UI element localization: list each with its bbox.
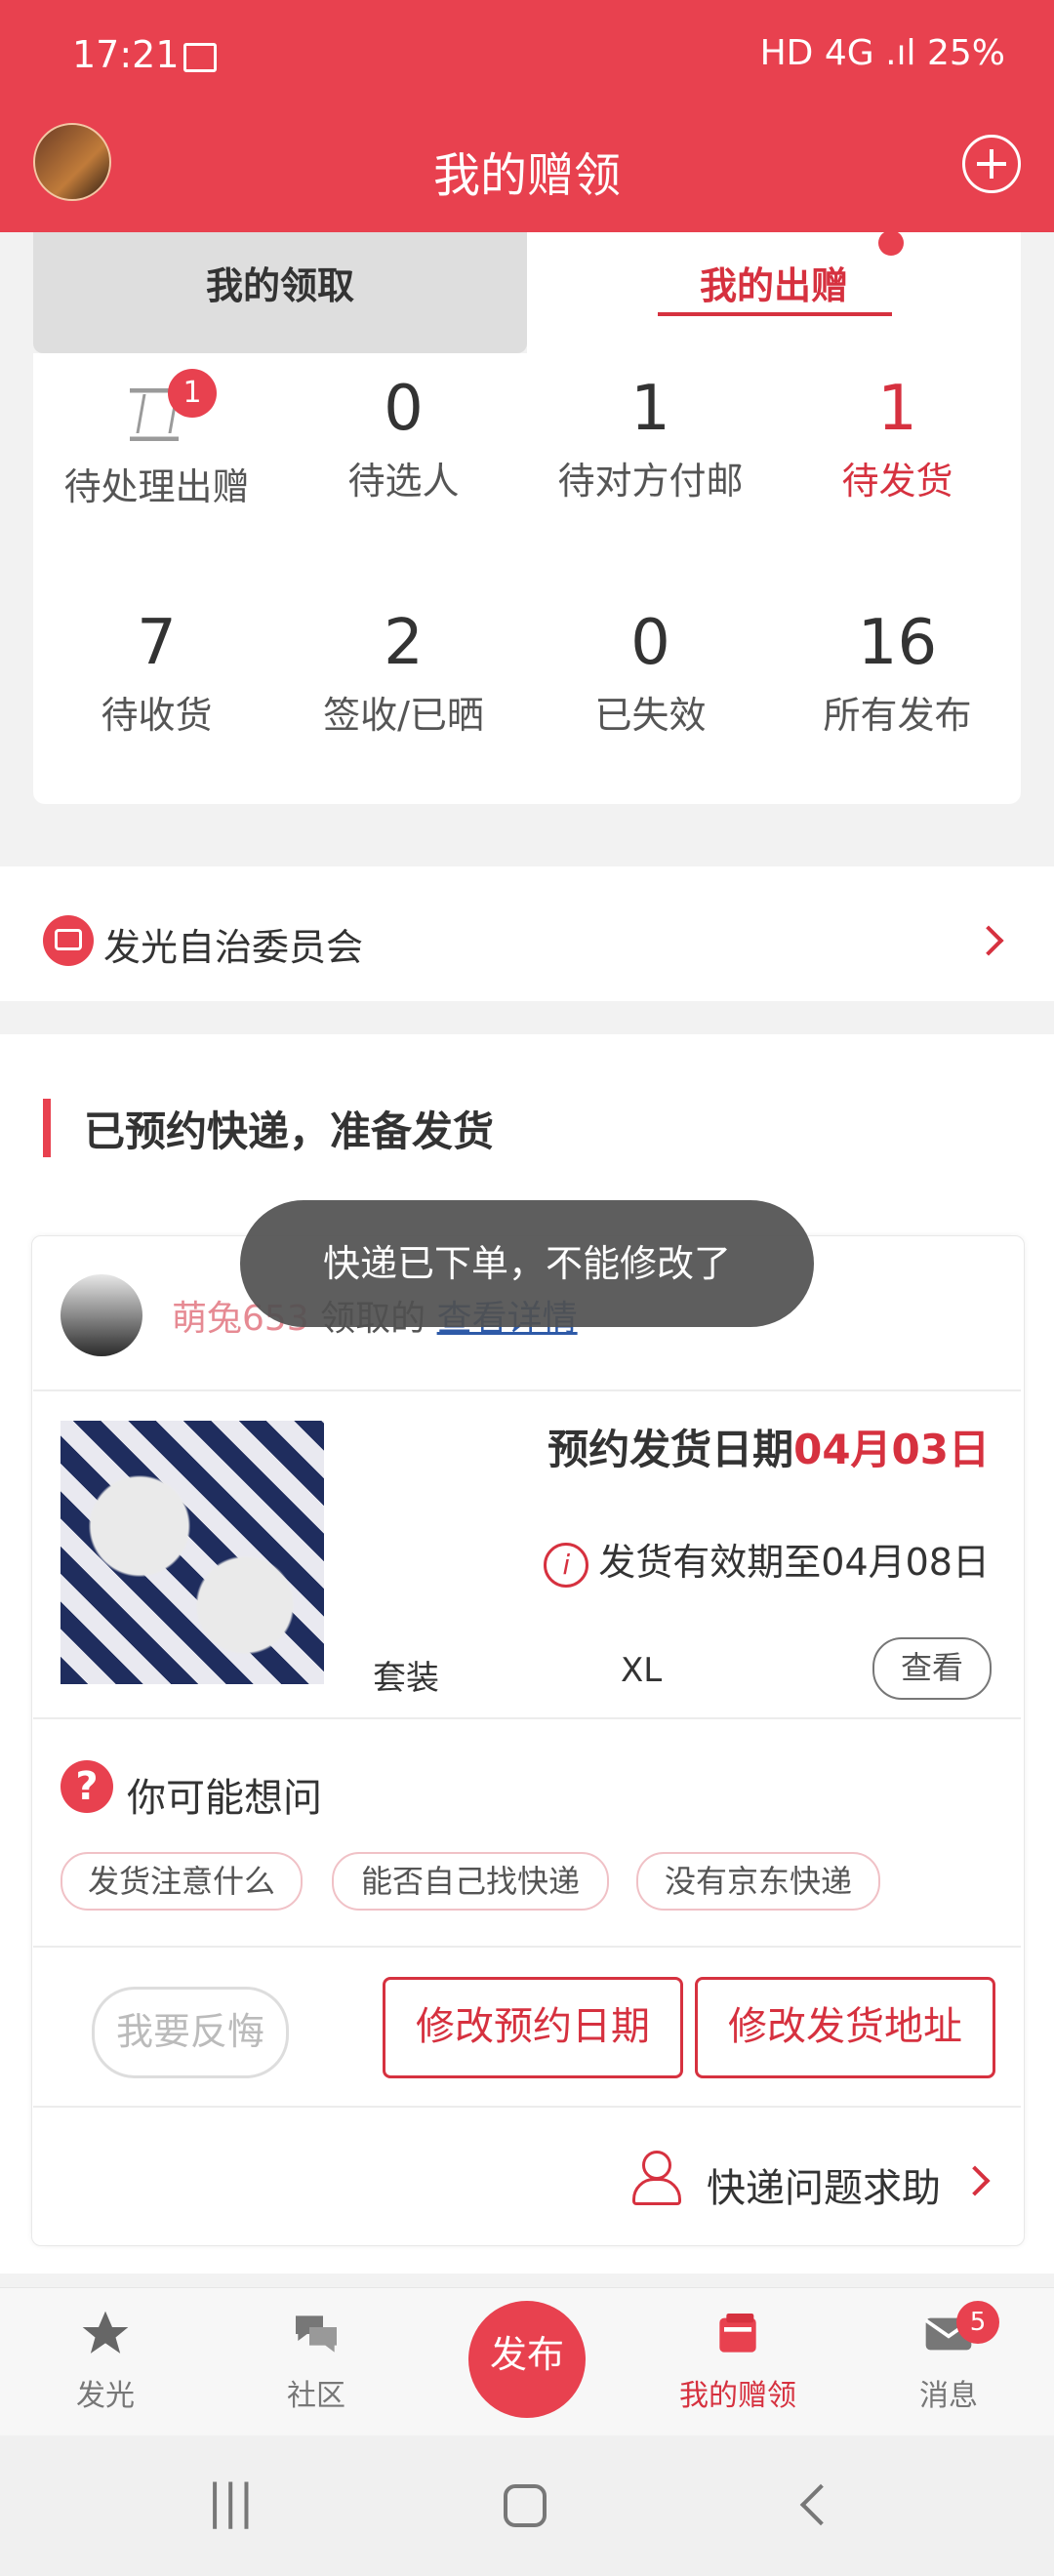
publish-button[interactable]: 发布 — [468, 2301, 586, 2418]
image-notification-icon — [183, 43, 217, 72]
view-button[interactable]: 查看 — [872, 1637, 992, 1700]
toast-message: 快递已下单，不能修改了 — [240, 1200, 814, 1327]
star-icon — [76, 2307, 135, 2361]
change-address-button[interactable]: 修改发货地址 — [695, 1977, 995, 2078]
stat-all-posts[interactable]: 16 所有发布 — [774, 607, 1021, 739]
nav-item-my-gifts[interactable]: 我的赠领 — [632, 2307, 843, 2414]
scheduled-date: 预约发货日期04月03日 — [547, 1426, 990, 1473]
gift-book-icon — [709, 2307, 767, 2361]
claimer-avatar[interactable] — [61, 1274, 142, 1356]
nav-item-community[interactable]: 社区 — [211, 2307, 422, 2414]
org-label: 发光自治委员会 — [103, 926, 364, 969]
status-time: 17:21 — [72, 33, 180, 76]
person-icon — [630, 2151, 681, 2205]
info-icon: i — [544, 1542, 589, 1588]
tab-my-claims[interactable]: 我的领取 — [33, 232, 527, 353]
faq-title: 你可能想问 — [127, 1776, 322, 1821]
nav-item-messages[interactable]: 消息 — [843, 2307, 1054, 2414]
attr-type: 套装 — [373, 1659, 439, 1698]
goods-image[interactable] — [61, 1421, 324, 1684]
stat-pending-postage[interactable]: 1 待对方付邮 — [527, 373, 774, 504]
message-badge: 5 — [956, 2301, 999, 2344]
faq-chip[interactable]: 发货注意什么 — [61, 1852, 303, 1911]
tab-my-gifts[interactable]: 我的出赠 — [527, 232, 1021, 353]
stat-pending-ship[interactable]: 1 待发货 — [774, 373, 1021, 504]
shipping-help[interactable]: 快递问题求助 — [707, 2156, 941, 2213]
regret-button[interactable]: 我要反悔 — [92, 1987, 289, 2078]
home-icon[interactable] — [504, 2484, 547, 2527]
stat-pending-select[interactable]: 0 待选人 — [280, 373, 527, 504]
divider — [33, 1389, 1021, 1391]
add-icon[interactable] — [962, 135, 1021, 193]
status-indicators: HD 4G .ıl 25% — [759, 33, 1005, 73]
stat-signed[interactable]: 2 签收/已晒 — [280, 607, 527, 739]
valid-until: i 发货有效期至04月08日 — [544, 1532, 990, 1588]
order-card — [31, 1235, 1025, 2246]
page-title: 我的赠领 — [432, 148, 621, 203]
faq-chip[interactable]: 没有京东快递 — [636, 1852, 880, 1911]
attr-size: XL — [621, 1651, 663, 1690]
question-icon: ? — [61, 1760, 113, 1813]
chat-bubbles-icon — [287, 2307, 345, 2361]
tab-active-underline — [658, 312, 892, 316]
recent-apps-icon[interactable]: ||| — [207, 2475, 255, 2529]
divider — [33, 1946, 1021, 1948]
section-title: 已预约快递，准备发货 — [84, 1107, 495, 1155]
pending-badge: 1 — [168, 369, 217, 418]
change-date-button[interactable]: 修改预约日期 — [383, 1977, 683, 2078]
stat-expired[interactable]: 0 已失效 — [527, 607, 774, 739]
faq-chip[interactable]: 能否自己找快递 — [332, 1852, 609, 1911]
stat-pending-gifts[interactable]: 待处理出赠 — [33, 382, 280, 510]
divider — [33, 1717, 1021, 1719]
nav-item-shine[interactable]: 发光 — [0, 2307, 211, 2414]
divider — [33, 2106, 1021, 2108]
org-icon — [43, 915, 94, 966]
section-accent-bar — [43, 1099, 51, 1157]
tab-notification-dot — [878, 230, 904, 256]
stat-pending-receive[interactable]: 7 待收货 — [33, 607, 280, 739]
